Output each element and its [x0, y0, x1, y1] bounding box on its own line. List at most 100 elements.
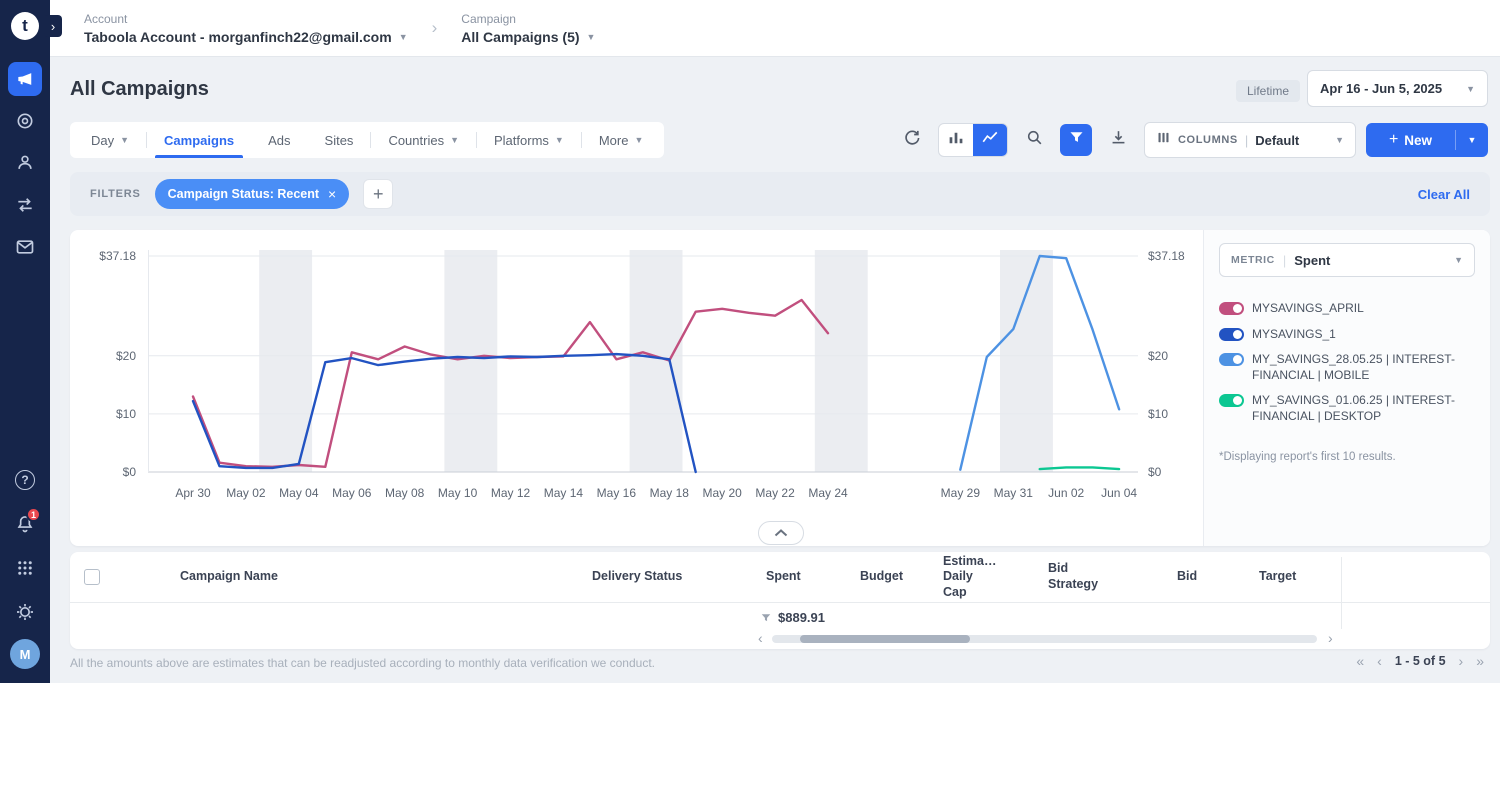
series-name: MY_SAVINGS_28.05.25 | INTEREST-FINANCIAL… — [1252, 352, 1475, 383]
legend-item[interactable]: MYSAVINGS_APRIL — [1219, 301, 1475, 317]
columns-selector[interactable]: COLUMNS | Default ▼ — [1144, 122, 1356, 158]
y-axis-label: $37.18 — [1148, 249, 1185, 263]
series-toggle[interactable] — [1219, 394, 1244, 407]
sidebar-item-help[interactable]: ? — [8, 463, 42, 497]
bell-icon: 1 — [15, 514, 35, 534]
filters-bar: FILTERS Campaign Status: Recent × + Clea… — [70, 172, 1490, 216]
prev-page-icon[interactable]: ‹ — [1377, 653, 1382, 669]
y-axis-label: $0 — [1148, 465, 1161, 479]
tab-day[interactable]: Day ▼ — [74, 122, 146, 158]
scroll-left-button[interactable]: ‹ — [758, 632, 763, 644]
first-page-icon[interactable]: « — [1356, 653, 1364, 669]
x-axis-label: May 12 — [491, 486, 530, 500]
tab-platforms[interactable]: Platforms ▼ — [477, 122, 581, 158]
line-chart-button[interactable] — [973, 124, 1007, 156]
column-header-spent[interactable]: Spent — [766, 552, 801, 602]
horizontal-scrollbar[interactable] — [772, 635, 1317, 643]
sidebar-item-audiences[interactable] — [8, 146, 42, 180]
person-icon — [15, 153, 35, 173]
taboola-logo[interactable]: t — [11, 12, 39, 40]
column-header-bid[interactable]: Bid — [1177, 552, 1197, 602]
toggle-knob — [1233, 396, 1242, 405]
y-axis-label: $0 — [123, 465, 136, 479]
series-toggle[interactable] — [1219, 302, 1244, 315]
metric-selector[interactable]: METRIC | Spent ▼ — [1219, 243, 1475, 277]
column-header-delivery-status[interactable]: Delivery Status — [592, 552, 682, 602]
close-icon[interactable]: × — [328, 186, 336, 202]
download-button[interactable] — [1102, 124, 1134, 156]
sidebar-item-retargeting[interactable] — [8, 104, 42, 138]
plus-icon: + — [1389, 131, 1398, 149]
gear-icon — [15, 602, 35, 622]
sidebar-item-campaigns[interactable] — [8, 62, 42, 96]
funnel-icon — [1068, 129, 1085, 151]
bar-chart-button[interactable] — [939, 124, 973, 156]
metric-value: Spent — [1294, 253, 1330, 268]
y-axis-label: $20 — [1148, 349, 1168, 363]
tab-countries[interactable]: Countries ▼ — [371, 122, 476, 158]
column-header-estimated-daily-cap[interactable]: Estima… Daily Cap — [943, 552, 995, 602]
search-icon — [1025, 128, 1044, 152]
sidebar-item-messages[interactable] — [8, 230, 42, 264]
sidebar-item-settings[interactable] — [8, 595, 42, 629]
search-button[interactable] — [1018, 124, 1050, 156]
filter-chip-campaign-status[interactable]: Campaign Status: Recent × — [155, 179, 350, 209]
x-axis: Apr 30May 02May 04May 06May 08May 10May … — [148, 478, 1138, 502]
new-campaign-button: + New ▼ — [1366, 123, 1488, 157]
metric-label: METRIC — [1231, 254, 1275, 266]
x-axis-label: May 29 — [941, 486, 980, 500]
sidebar-expand-button[interactable]: › — [44, 15, 62, 37]
toggle-knob — [1233, 330, 1242, 339]
metric-divider: | — [1283, 253, 1286, 268]
sidebar-item-apps[interactable] — [8, 551, 42, 585]
bar-chart-icon — [947, 129, 965, 152]
tab-ads[interactable]: Ads — [251, 122, 307, 158]
chevron-down-icon: ▼ — [1468, 135, 1477, 145]
pagination: « ‹ 1 - 5 of 5 › » — [1356, 653, 1484, 669]
new-button-main[interactable]: + New — [1366, 131, 1455, 149]
date-range-picker[interactable]: Apr 16 - Jun 5, 2025 ▼ — [1307, 70, 1488, 107]
next-page-icon[interactable]: › — [1459, 653, 1464, 669]
series-toggle[interactable] — [1219, 353, 1244, 366]
tab-campaigns[interactable]: Campaigns — [147, 122, 251, 158]
legend-item[interactable]: MYSAVINGS_1 — [1219, 327, 1475, 343]
scroll-right-button[interactable]: › — [1328, 632, 1333, 644]
campaign-label: Campaign — [461, 12, 595, 26]
x-axis-label: May 04 — [279, 486, 318, 500]
tab-more[interactable]: More ▼ — [582, 122, 661, 158]
column-header-campaign-name[interactable]: Campaign Name — [180, 552, 278, 602]
lifetime-badge: Lifetime — [1236, 80, 1300, 102]
column-header-bid-strategy[interactable]: Bid Strategy — [1048, 552, 1104, 602]
tab-label: Campaigns — [164, 133, 234, 148]
legend-footnote: *Displaying report's first 10 results. — [1219, 451, 1475, 463]
campaign-selector[interactable]: All Campaigns (5) ▼ — [461, 29, 595, 45]
header-divider — [70, 602, 1490, 603]
account-selector[interactable]: Taboola Account - morganfinch22@gmail.co… — [84, 29, 408, 45]
chevron-down-icon: ▼ — [1335, 135, 1344, 145]
legend-item[interactable]: MY_SAVINGS_28.05.25 | INTEREST-FINANCIAL… — [1219, 352, 1475, 383]
spend-line-chart[interactable] — [148, 250, 1138, 478]
y-axis-left: $0$10$20$37.18 — [70, 250, 148, 478]
refresh-button[interactable] — [896, 124, 928, 156]
legend-item[interactable]: MY_SAVINGS_01.06.25 | INTEREST-FINANCIAL… — [1219, 393, 1475, 424]
column-header-budget[interactable]: Budget — [860, 552, 903, 602]
columns-icon — [1156, 130, 1171, 150]
user-avatar[interactable]: M — [10, 639, 40, 669]
filter-button[interactable] — [1060, 124, 1092, 156]
last-page-icon[interactable]: » — [1476, 653, 1484, 669]
sidebar-item-notifications[interactable]: 1 — [8, 507, 42, 541]
chart-panel: $0$10$20$37.18 $0$10$20$37.18 Apr 30May … — [70, 230, 1490, 546]
collapse-chart-button[interactable] — [758, 521, 804, 545]
envelope-icon — [15, 237, 35, 257]
chevron-right-icon: › — [51, 19, 55, 34]
tab-sites[interactable]: Sites — [308, 122, 371, 158]
clear-all-filters-link[interactable]: Clear All — [1418, 187, 1470, 202]
scrollbar-thumb[interactable] — [800, 635, 970, 643]
select-all-checkbox[interactable] — [84, 569, 100, 585]
add-filter-button[interactable]: + — [363, 179, 393, 209]
pagination-range: 1 - 5 of 5 — [1395, 654, 1446, 668]
series-toggle[interactable] — [1219, 328, 1244, 341]
sidebar-item-conversions[interactable] — [8, 188, 42, 222]
column-header-target[interactable]: Target — [1259, 552, 1296, 602]
new-button-dropdown[interactable]: ▼ — [1456, 135, 1488, 145]
